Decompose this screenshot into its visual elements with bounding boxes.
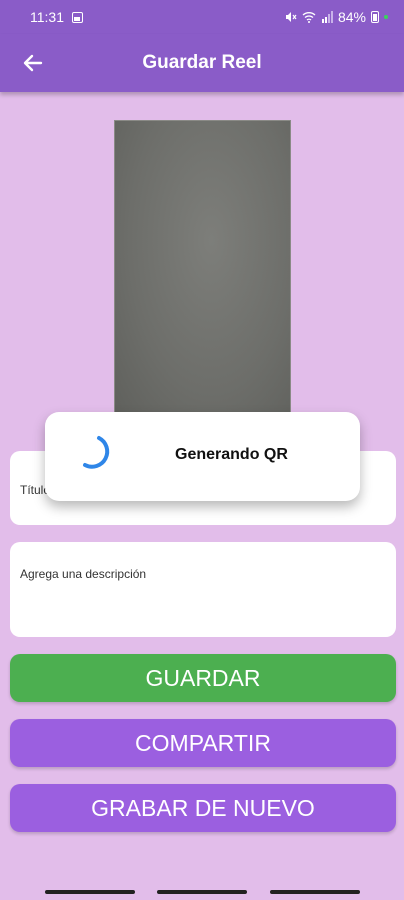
battery-icon bbox=[371, 11, 379, 23]
app-bar: Guardar Reel bbox=[0, 34, 404, 92]
status-right: 84% bbox=[285, 9, 388, 25]
arrow-left-icon bbox=[23, 54, 43, 72]
signal-icon bbox=[321, 11, 333, 23]
image-icon bbox=[72, 11, 83, 23]
status-left: 11:31 bbox=[30, 9, 83, 25]
share-button[interactable]: COMPARTIR bbox=[10, 719, 396, 767]
loading-spinner-icon bbox=[83, 436, 110, 469]
description-placeholder: Agrega una descripción bbox=[20, 567, 147, 581]
dialog-message: Generando QR bbox=[175, 446, 288, 463]
status-time: 11:31 bbox=[30, 9, 64, 25]
nav-home-button[interactable] bbox=[157, 890, 247, 894]
save-button[interactable]: GUARDAR bbox=[10, 654, 396, 702]
nav-back-button[interactable] bbox=[270, 890, 360, 894]
status-bar: 11:31 84% bbox=[0, 0, 404, 34]
record-again-button[interactable]: GRABAR DE NUEVO bbox=[10, 784, 396, 832]
description-field[interactable]: Agrega una descripción bbox=[10, 542, 396, 637]
back-button[interactable] bbox=[18, 48, 48, 78]
mute-icon bbox=[285, 12, 297, 22]
nav-recents-button[interactable] bbox=[45, 890, 135, 894]
video-preview[interactable] bbox=[114, 120, 291, 420]
battery-percent: 84% bbox=[337, 9, 366, 25]
charging-dot-icon bbox=[384, 15, 388, 19]
wifi-icon bbox=[302, 12, 316, 23]
page-title: Guardar Reel bbox=[142, 52, 262, 73]
